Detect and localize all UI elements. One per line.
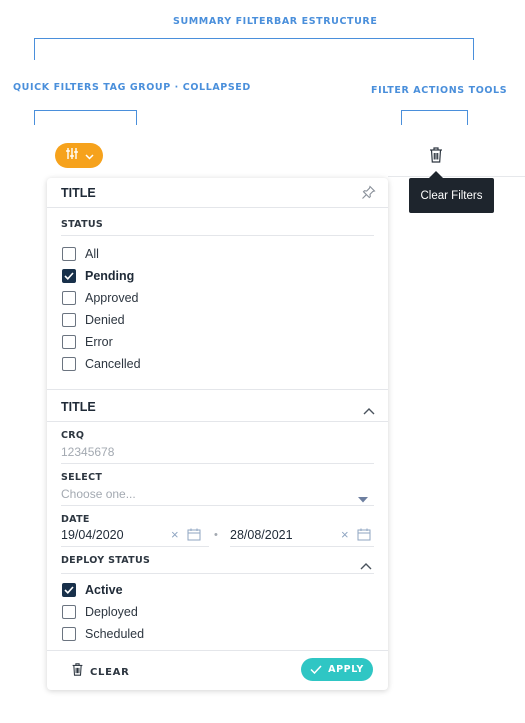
clear-date-from-icon[interactable]: × (171, 527, 179, 542)
chevron-down-icon (84, 147, 94, 165)
status-option-denied[interactable]: Denied (62, 313, 125, 327)
checkbox-label: All (85, 247, 99, 261)
clear-filters-button[interactable] (428, 146, 444, 164)
deploy-option-deployed[interactable]: Deployed (62, 605, 138, 619)
clear-button[interactable]: CLEAR (71, 662, 129, 682)
select-dropdown[interactable]: Choose one... (61, 487, 136, 501)
checkbox[interactable] (62, 335, 76, 349)
date-to-underline (230, 546, 374, 547)
trash-icon (71, 662, 84, 682)
checkbox[interactable] (62, 291, 76, 305)
section1-title: TITLE (61, 186, 96, 200)
trash-icon (428, 147, 444, 168)
section2-title: TITLE (61, 400, 96, 414)
date-from-input[interactable]: 19/04/2020 (61, 528, 124, 542)
quick-filters-toggle-button[interactable] (55, 143, 103, 168)
date-from-underline (61, 546, 209, 547)
chevron-up-icon[interactable] (363, 402, 375, 420)
checkbox-label: Cancelled (85, 357, 141, 371)
annotation-actions: FILTER ACTIONS TOOLS (371, 85, 508, 96)
select-underline (61, 505, 374, 506)
apply-button-label: APPLY (328, 664, 364, 675)
checkbox-label: Scheduled (85, 627, 145, 641)
check-icon (64, 586, 74, 594)
checkbox[interactable] (62, 247, 76, 261)
checkbox-label: Error (85, 335, 113, 349)
status-divider (61, 235, 374, 236)
deploy-option-scheduled[interactable]: Scheduled (62, 627, 144, 641)
sliders-icon (65, 147, 79, 165)
check-icon (310, 661, 322, 679)
checkbox-label: Denied (85, 313, 125, 327)
calendar-from-icon[interactable] (187, 528, 201, 546)
checkbox[interactable] (62, 313, 76, 327)
status-label: STATUS (61, 219, 104, 230)
checkbox[interactable] (62, 605, 76, 619)
calendar-to-icon[interactable] (357, 528, 371, 546)
status-option-error[interactable]: Error (62, 335, 113, 349)
clear-date-to-icon[interactable]: × (341, 527, 349, 542)
checkbox-label: Pending (85, 269, 135, 283)
annotation-bracket-quick-filters (34, 110, 137, 125)
clear-filters-tooltip: Clear Filters (409, 171, 494, 213)
status-option-all[interactable]: All (62, 247, 99, 261)
checkbox-checked[interactable] (62, 269, 76, 283)
checkbox[interactable] (62, 627, 76, 641)
section-divider (47, 389, 388, 390)
select-label: SELECT (61, 472, 103, 483)
crq-underline (61, 463, 374, 464)
status-option-cancelled[interactable]: Cancelled (62, 357, 141, 371)
deploy-status-label: DEPLOY STATUS (61, 555, 151, 566)
annotation-quick-filters: QUICK FILTERS TAG GROUP · COLLAPSED (13, 82, 251, 93)
annotation-bracket-actions (401, 110, 468, 125)
footer-divider (47, 650, 388, 651)
apply-button[interactable]: APPLY (301, 658, 373, 681)
check-icon (64, 272, 74, 280)
section1-header-divider (47, 207, 388, 208)
clear-button-label: CLEAR (90, 666, 130, 678)
status-option-approved[interactable]: Approved (62, 291, 139, 305)
status-option-pending[interactable]: Pending (62, 269, 134, 283)
annotation-structure: SUMMARY FILTERBAR ESTRUCTURE (173, 16, 378, 27)
quick-filters-panel: TITLE STATUS All Pending Approved Denied… (47, 178, 388, 690)
deploy-status-divider (61, 573, 374, 574)
checkbox[interactable] (62, 357, 76, 371)
date-label: DATE (61, 514, 90, 525)
date-range-separator: • (214, 529, 218, 541)
annotation-bracket-structure (34, 38, 474, 60)
crq-input[interactable]: 12345678 (61, 445, 114, 459)
crq-label: CRQ (61, 430, 85, 441)
date-to-input[interactable]: 28/08/2021 (230, 528, 293, 542)
checkbox-label: Approved (85, 291, 139, 305)
section2-header-divider (47, 421, 388, 422)
checkbox-checked[interactable] (62, 583, 76, 597)
checkbox-label: Deployed (85, 605, 138, 619)
filterbar-divider (388, 176, 525, 177)
checkbox-label: Active (85, 583, 123, 597)
pin-icon[interactable] (361, 185, 376, 205)
deploy-option-active[interactable]: Active (62, 583, 123, 597)
